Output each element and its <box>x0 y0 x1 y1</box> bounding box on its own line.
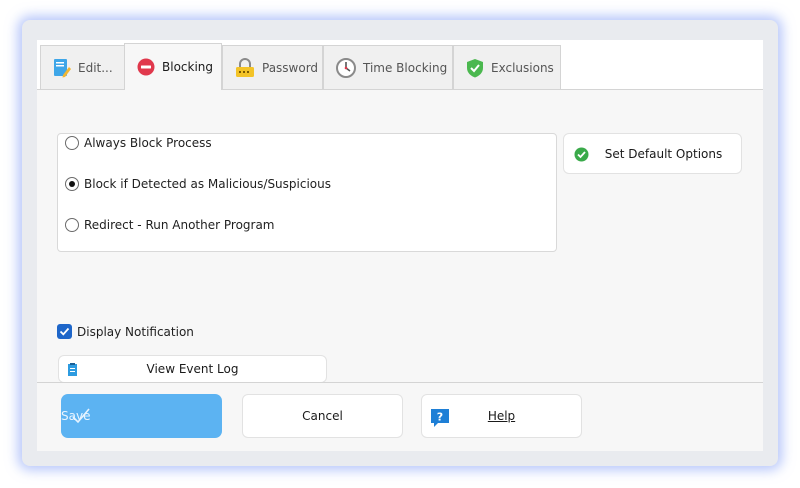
help-button[interactable]: ? Help <box>421 394 582 438</box>
tab-blocking[interactable]: Blocking <box>124 43 222 90</box>
checkmark-icon <box>59 327 70 336</box>
tab-label: Edit... <box>78 60 113 75</box>
shield-check-icon <box>467 58 483 77</box>
radio-button-selected[interactable] <box>65 177 79 191</box>
radio-block-if-malicious[interactable]: Block if Detected as Malicious/Suspiciou… <box>65 177 331 191</box>
radio-label: Block if Detected as Malicious/Suspiciou… <box>84 177 331 191</box>
set-default-options-button[interactable]: Set Default Options <box>563 133 742 174</box>
radio-label: Always Block Process <box>84 136 212 150</box>
tab-label: Password <box>262 60 319 75</box>
button-label: Set Default Options <box>604 146 723 161</box>
radio-button[interactable] <box>65 218 79 232</box>
tab-password[interactable]: Password <box>222 45 323 89</box>
button-label: Help <box>487 409 516 423</box>
radio-redirect[interactable]: Redirect - Run Another Program <box>65 218 275 232</box>
dialog-panel: Edit... Blocking Password Time Blocking … <box>37 40 763 451</box>
button-label: Cancel <box>302 409 343 423</box>
radio-always-block[interactable]: Always Block Process <box>65 136 212 150</box>
save-check-icon <box>72 408 90 424</box>
tab-label: Exclusions <box>491 60 554 75</box>
tab-time-blocking[interactable]: Time Blocking <box>323 45 453 89</box>
tab-label: Blocking <box>162 60 214 74</box>
checkbox-checked[interactable] <box>57 324 72 339</box>
dialog-window: Edit... Blocking Password Time Blocking … <box>22 20 778 466</box>
dialog-footer: Save Cancel ? Help <box>37 382 763 451</box>
radio-button[interactable] <box>65 136 79 150</box>
cancel-button[interactable]: Cancel <box>242 394 403 438</box>
tab-label: Time Blocking <box>363 60 448 75</box>
view-event-log-button[interactable]: View Event Log <box>58 355 327 383</box>
button-label: View Event Log <box>146 362 239 376</box>
tab-edit[interactable]: Edit... <box>40 45 125 89</box>
clock-icon <box>336 57 356 78</box>
tab-exclusions[interactable]: Exclusions <box>453 45 561 89</box>
block-icon <box>137 58 155 76</box>
blocking-content: Always Block Process Block if Detected a… <box>37 89 763 383</box>
display-notification-checkbox[interactable]: Display Notification <box>57 324 194 339</box>
lock-icon <box>236 57 254 77</box>
radio-label: Redirect - Run Another Program <box>84 218 275 232</box>
edit-icon <box>54 58 71 77</box>
block-mode-group: Always Block Process Block if Detected a… <box>57 133 557 252</box>
save-button[interactable]: Save <box>61 394 222 438</box>
tab-bar: Edit... Blocking Password Time Blocking … <box>37 40 763 90</box>
checkbox-label: Display Notification <box>77 324 194 339</box>
